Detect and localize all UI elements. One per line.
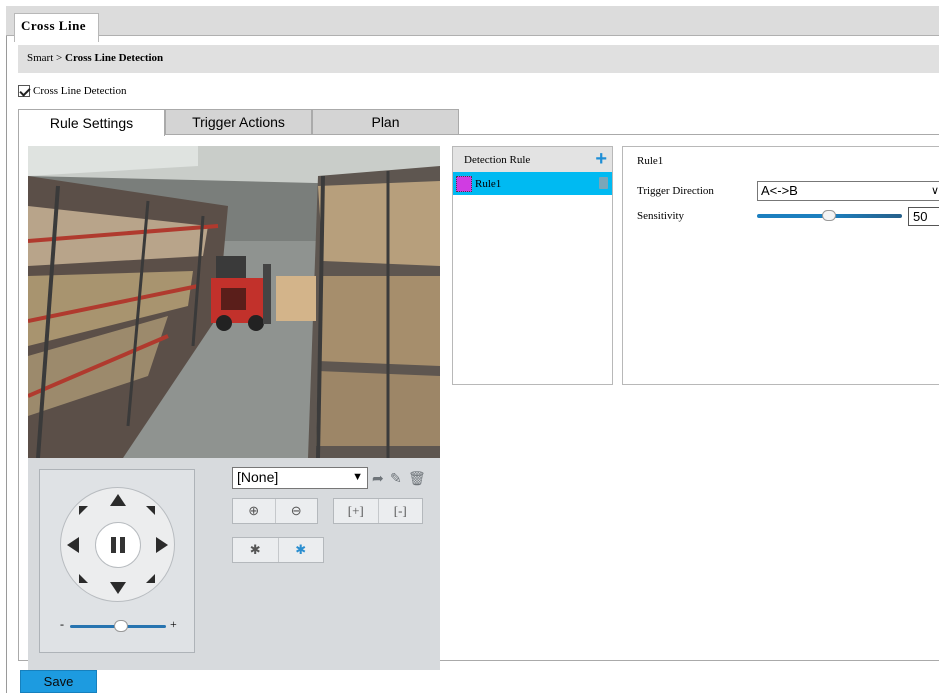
chevron-down-icon: ∨ bbox=[930, 185, 939, 197]
tab-plan[interactable]: Plan bbox=[312, 109, 459, 135]
breadcrumb-parent[interactable]: Smart bbox=[27, 52, 53, 64]
focus-button-group: [+] [-] bbox=[333, 498, 423, 524]
arrow-left-icon[interactable] bbox=[67, 537, 79, 553]
save-button[interactable]: Save bbox=[20, 670, 97, 693]
detection-rule-list: Detection Rule + Rule1 bbox=[452, 146, 613, 385]
enable-label[interactable]: Cross Line Detection bbox=[33, 85, 126, 97]
list-item[interactable]: Rule1 bbox=[453, 172, 612, 195]
ptz-speed-slider[interactable]: - + bbox=[60, 617, 180, 633]
trigger-direction-value: A<->B bbox=[761, 183, 798, 198]
tab-trigger-actions[interactable]: Trigger Actions bbox=[165, 109, 312, 135]
arrow-down-right-icon[interactable] bbox=[146, 574, 155, 583]
breadcrumb-current: Cross Line Detection bbox=[65, 52, 164, 64]
chevron-down-icon: ▼ bbox=[352, 471, 363, 483]
detection-rule-header: Detection Rule + bbox=[453, 147, 612, 172]
direction-ring bbox=[60, 487, 175, 602]
sensitivity-slider-thumb[interactable] bbox=[822, 210, 836, 221]
preset-value: [None] bbox=[237, 469, 279, 485]
enable-checkbox[interactable] bbox=[18, 85, 30, 97]
breadcrumb: Smart > Cross Line Detection bbox=[18, 45, 939, 73]
delete-rule-icon[interactable] bbox=[599, 177, 608, 189]
edit-preset-icon[interactable]: ✎ bbox=[390, 471, 402, 488]
rule-color-swatch bbox=[456, 175, 472, 192]
speed-plus-label: + bbox=[170, 617, 177, 631]
arrow-up-right-icon[interactable] bbox=[146, 506, 155, 515]
live-video[interactable] bbox=[28, 146, 440, 458]
arrow-right-icon[interactable] bbox=[156, 537, 168, 553]
tab-strip: Rule Settings Trigger Actions Plan bbox=[18, 109, 459, 136]
sensitivity-input[interactable]: 50 bbox=[908, 207, 939, 226]
zoom-button-group: ⊕ ⊖ bbox=[232, 498, 318, 524]
trigger-direction-label: Trigger Direction bbox=[637, 185, 714, 197]
rule-config-title: Rule1 bbox=[637, 155, 664, 167]
preset-select[interactable]: [None] ▼ bbox=[232, 467, 368, 489]
speed-minus-label: - bbox=[60, 617, 64, 631]
rule-name: Rule1 bbox=[475, 177, 502, 190]
sensitivity-label: Sensitivity bbox=[637, 210, 685, 222]
pause-icon bbox=[111, 537, 116, 553]
tab-rule-settings[interactable]: Rule Settings bbox=[18, 109, 165, 136]
video-frame-image bbox=[28, 146, 440, 458]
pause-icon-bar bbox=[120, 537, 125, 553]
rule-config-panel: Rule1 Trigger Direction A<->B ∨ Sensitiv… bbox=[622, 146, 939, 385]
focus-near-icon[interactable]: [+] bbox=[334, 499, 379, 523]
ptz-direction-pad: - + bbox=[39, 469, 195, 653]
go-to-preset-icon[interactable]: ➦ bbox=[372, 471, 384, 488]
tab-cross-line[interactable]: Cross Line bbox=[14, 13, 99, 42]
ptz-control-panel: - + [None] ▼ ➦ ✎ 🗑 ⊕ ⊖ [+] [-] ✱ ✱ bbox=[28, 458, 440, 670]
pause-button[interactable] bbox=[95, 522, 141, 568]
aux-button-group: ✱ ✱ bbox=[232, 537, 324, 563]
speed-thumb[interactable] bbox=[114, 620, 128, 632]
wiper-icon[interactable]: ✱ bbox=[233, 538, 279, 562]
zoom-out-icon[interactable]: ⊖ bbox=[276, 499, 318, 523]
arrow-up-icon[interactable] bbox=[110, 494, 126, 506]
top-tab-bar: Cross Line bbox=[6, 6, 939, 42]
delete-preset-icon[interactable]: 🗑 bbox=[408, 471, 426, 488]
arrow-down-icon[interactable] bbox=[110, 582, 126, 594]
arrow-up-left-icon[interactable] bbox=[79, 506, 88, 515]
enable-row: Cross Line Detection bbox=[18, 83, 126, 99]
arrow-down-left-icon[interactable] bbox=[79, 574, 88, 583]
zoom-in-icon[interactable]: ⊕ bbox=[233, 499, 276, 523]
add-rule-icon[interactable]: + bbox=[595, 149, 607, 169]
breadcrumb-separator: > bbox=[56, 52, 63, 64]
trigger-direction-select[interactable]: A<->B ∨ bbox=[757, 181, 939, 201]
focus-far-icon[interactable]: [-] bbox=[379, 499, 423, 523]
detection-rule-title: Detection Rule bbox=[464, 153, 531, 166]
light-icon[interactable]: ✱ bbox=[279, 538, 324, 562]
